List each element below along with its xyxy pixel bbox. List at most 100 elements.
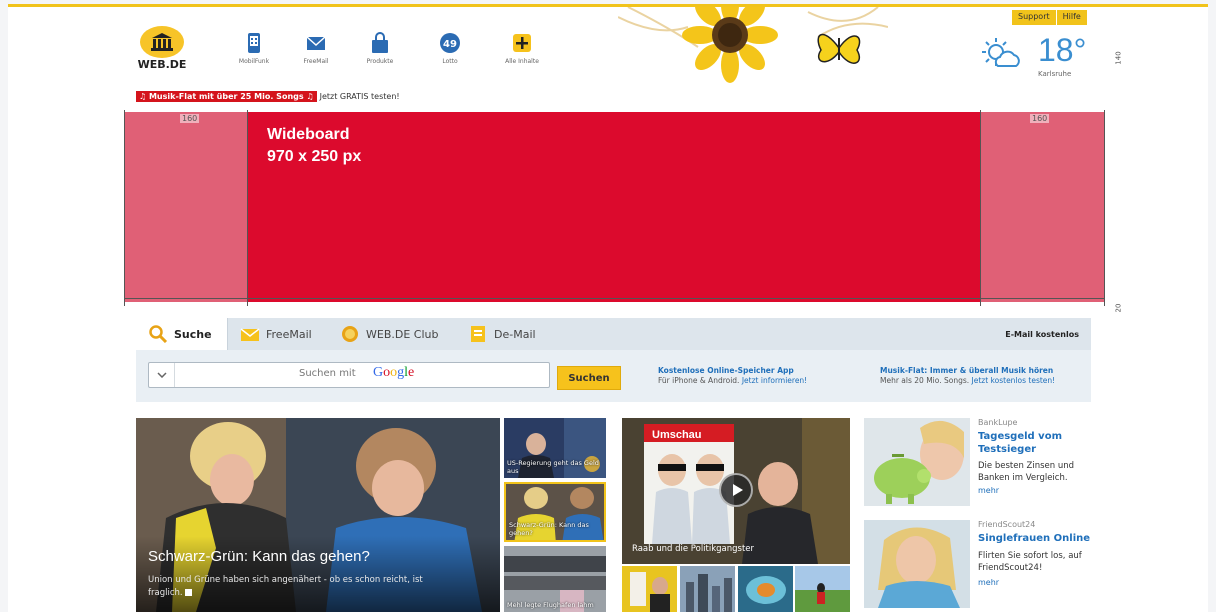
bag-icon	[372, 32, 388, 53]
search-dropdown[interactable]	[149, 363, 175, 387]
promo-text[interactable]: Jetzt GRATIS testen!	[320, 92, 400, 101]
nav-label: Alle Inhalte	[505, 58, 539, 65]
promo-link-sub: Mehr als 20 Mio. Songs.	[880, 376, 970, 385]
video-thumb[interactable]	[680, 566, 735, 612]
search-button[interactable]: Suchen	[557, 366, 621, 390]
card-source: FriendScout24	[978, 520, 1036, 529]
card-title[interactable]: Singlefrauen Online	[978, 532, 1096, 545]
email-kostenlos-link[interactable]: E-Mail kostenlos	[1005, 318, 1079, 350]
card-title[interactable]: Tagesgeld vom Testsieger	[978, 430, 1096, 456]
thumb-caption: Mehl legte Flughafen lahm	[507, 601, 594, 609]
temperature: 18°	[1038, 32, 1087, 68]
nav-item-freemail[interactable]: FreeMail	[286, 32, 346, 65]
card-more-link[interactable]: mehr	[978, 578, 999, 587]
play-button-icon[interactable]	[719, 473, 753, 507]
city-name: Karlsruhe	[1038, 70, 1072, 78]
news-thumb[interactable]: US-Regierung geht das Geld aus	[504, 418, 606, 478]
tab-label: De-Mail	[494, 327, 536, 341]
nav-item-lotto[interactable]: 49 Lotto	[420, 32, 480, 65]
guide-line-right	[1104, 110, 1105, 306]
card-source: BankLupe	[978, 418, 1018, 427]
hero-subtitle: Union und Grüne haben sich angenähert - …	[148, 574, 438, 600]
tab-label: WEB.DE Club	[366, 327, 439, 341]
wideboard-title: Wideboard 970 x 250 px	[267, 124, 361, 168]
chevron-down-icon	[156, 372, 167, 378]
wideboard-line2: 970 x 250 px	[267, 148, 362, 165]
height-marker-top: 140	[1114, 51, 1123, 65]
tab-demail[interactable]: De-Mail	[456, 318, 556, 350]
promo-bar: ♫ Musik-Flat mit über 25 Mio. Songs ♫ Je…	[136, 90, 400, 102]
top-accent-bar	[8, 4, 1208, 7]
hero-title: Schwarz-Grün: Kann das gehen?	[148, 548, 370, 565]
promo-card-friendscout[interactable]: FriendScout24 Singlefrauen Online Flirte…	[864, 520, 1104, 612]
demail-icon	[471, 326, 485, 342]
guide-line-inner-left	[247, 110, 248, 306]
search-box: Suchen mit Google	[148, 362, 550, 388]
tab-webde-club[interactable]: WEB.DE Club	[328, 318, 456, 350]
sun-cloud-icon	[982, 38, 1020, 67]
height-marker-bottom: 20	[1114, 303, 1123, 313]
hilfe-link[interactable]: Hilfe	[1055, 10, 1087, 25]
weather-widget[interactable]: 18° Karlsruhe	[980, 32, 1100, 84]
wideboard-line1: Wideboard	[267, 126, 350, 143]
butterfly-icon	[817, 33, 861, 64]
card-desc: Flirten Sie sofort los, auf FriendScout2…	[978, 551, 1082, 573]
video-caption: Raab und die Politikgangster	[632, 544, 755, 554]
card-desc: Die besten Zinsen und Banken im Vergleic…	[978, 461, 1075, 483]
support-links: Support Hilfe	[1012, 10, 1087, 25]
building-icon	[151, 33, 173, 51]
support-link[interactable]: Support	[1012, 10, 1056, 25]
promo-link-cta[interactable]: Jetzt informieren!	[742, 376, 807, 385]
nav-label: FreeMail	[303, 58, 329, 65]
tab-label: FreeMail	[266, 327, 312, 341]
search-input[interactable]	[183, 365, 543, 385]
promo-link-sub: Für iPhone & Android.	[658, 376, 740, 385]
nav-label: MobilFunk	[238, 58, 270, 65]
logo-text: WEB.DE	[137, 58, 187, 71]
wideboard-ad[interactable]: Wideboard 970 x 250 px	[247, 112, 980, 302]
search-tabs: Suche FreeMail WEB.DE Club De-Mail E-Mai…	[136, 318, 1091, 350]
plus-icon	[513, 34, 531, 52]
nav-item-mobilfunk[interactable]: MobilFunk	[224, 32, 284, 65]
video-thumb[interactable]	[738, 566, 793, 612]
woman-portrait-image	[864, 520, 970, 608]
nav-item-produkte[interactable]: Produkte	[350, 32, 410, 65]
promo-badge[interactable]: ♫ Musik-Flat mit über 25 Mio. Songs ♫	[136, 90, 317, 102]
nav-label: Produkte	[366, 58, 394, 65]
card-more-link[interactable]: mehr	[978, 486, 999, 495]
news-thumb-active[interactable]: Schwarz-Grün: Kann das gehen?	[504, 482, 606, 542]
promo-link-cta[interactable]: Jetzt kostenlos testen!	[972, 376, 1056, 385]
webde-logo[interactable]: WEB.DE	[136, 26, 188, 76]
search-icon	[149, 325, 168, 343]
right-width-label: 160	[1030, 114, 1050, 123]
video-thumb[interactable]	[622, 566, 677, 612]
promo-link-speicher[interactable]: Kostenlose Online-Speicher App Für iPhon…	[658, 366, 807, 386]
news-thumb[interactable]: Mehl legte Flughafen lahm	[504, 546, 606, 612]
promo-link-title: Kostenlose Online-Speicher App	[658, 366, 794, 375]
promo-link-title: Musik-Flat: Immer & überall Musik hören	[880, 366, 1054, 375]
piggy-bank-image	[864, 418, 970, 506]
thumb-caption: US-Regierung geht das Geld aus	[507, 459, 599, 475]
club-badge-icon	[342, 326, 358, 342]
skyscraper-left[interactable]	[124, 112, 247, 302]
hero-teaser[interactable]: Schwarz-Grün: Kann das gehen? Union und …	[136, 418, 500, 612]
promo-card-banklupe[interactable]: BankLupe Tagesgeld vom Testsieger Die be…	[864, 418, 1104, 510]
promo-link-musik[interactable]: Musik-Flat: Immer & überall Musik hören …	[880, 366, 1055, 386]
nav-item-alle-inhalte[interactable]: Alle Inhalte	[492, 32, 552, 65]
skyscraper-right[interactable]	[980, 112, 1104, 302]
tab-freemail[interactable]: FreeMail	[228, 318, 328, 350]
search-panel: Suchen mit Google Suchen Kostenlose Onli…	[136, 350, 1091, 402]
page: WEB.DE MobilFunk FreeMail Produkte 49 Lo…	[8, 4, 1208, 612]
tab-suche[interactable]: Suche	[136, 318, 228, 350]
nav-label: Lotto	[442, 58, 458, 65]
video-sign-text: Umschau	[652, 429, 702, 441]
svg-text:49: 49	[443, 39, 457, 50]
mail-icon	[240, 328, 260, 341]
lotto-ball-icon: 49	[440, 33, 460, 53]
video-thumb[interactable]	[795, 566, 850, 612]
guide-line-inner-right	[980, 110, 981, 306]
thumb-caption: Schwarz-Grün: Kann das gehen?	[509, 521, 589, 537]
guide-line-bottom	[124, 298, 1104, 299]
tab-label: Suche	[174, 327, 212, 341]
video-teaser[interactable]: Umschau Raab und die Politikgangster	[622, 418, 850, 564]
